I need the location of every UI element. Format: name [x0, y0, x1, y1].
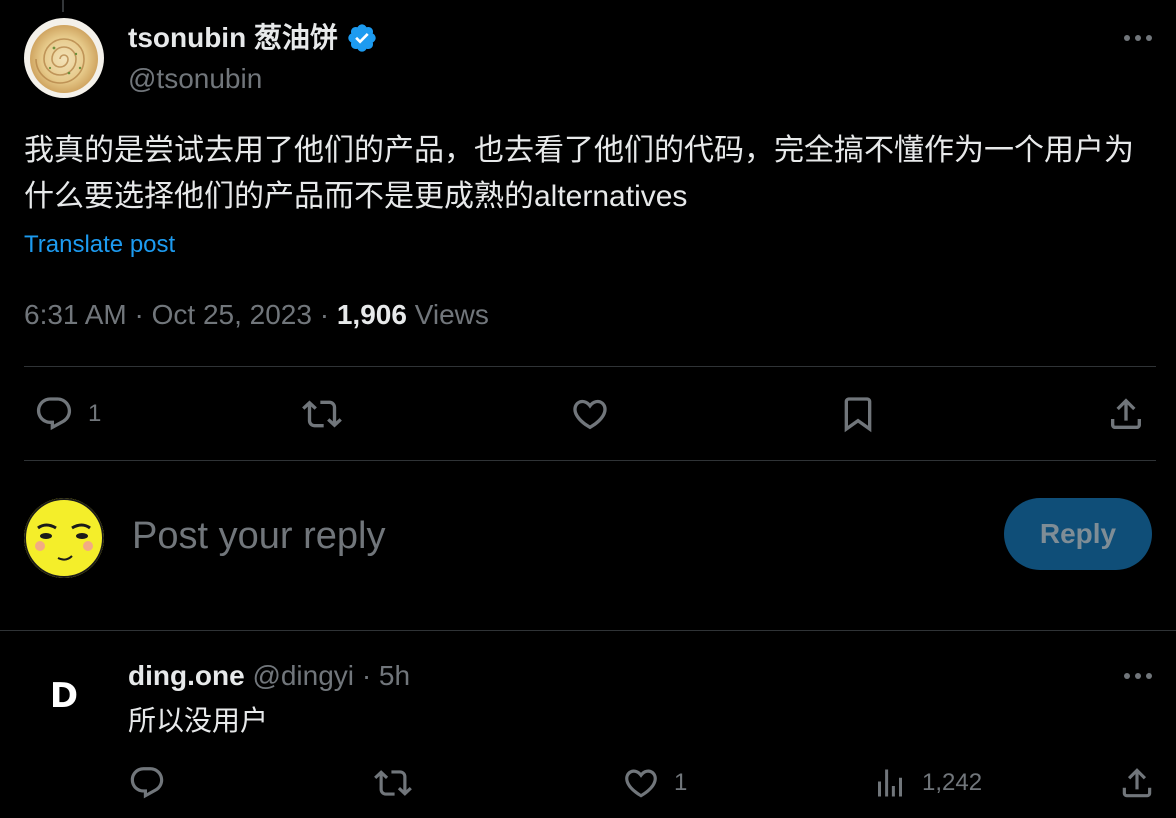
more-options-icon[interactable]	[1122, 22, 1154, 54]
tweet-detail-page: tsonubin 葱油饼 @tsonubin 我真的是尝试去用了他们的产品，也去…	[0, 0, 1176, 818]
views-label: Views	[414, 299, 489, 330]
retweet-action[interactable]	[302, 394, 342, 434]
bookmark-icon[interactable]	[838, 394, 878, 434]
meta-separator: ·	[319, 299, 330, 330]
views-count: 1,906	[336, 299, 407, 330]
reply-time[interactable]: 5h	[379, 660, 410, 691]
retweet-icon[interactable]	[374, 764, 412, 802]
reply-header: ding.one @dingyi · 5h	[128, 658, 410, 694]
tweet-text: 我真的是尝试去用了他们的产品，也去看了他们的代码，完全搞不懂作为一个用户为什么要…	[24, 134, 1134, 213]
divider	[24, 460, 1156, 461]
reply-views-action[interactable]: 1,242	[872, 764, 982, 802]
reply-count: 1	[88, 400, 102, 427]
divider	[24, 366, 1156, 367]
reply-more-options-icon[interactable]	[1122, 660, 1154, 692]
reply-text: 所以没用户	[128, 705, 269, 736]
tweet-date[interactable]: Oct 25, 2023	[152, 299, 312, 330]
heart-icon[interactable]	[570, 394, 610, 434]
reply-retweet-action[interactable]	[374, 764, 412, 802]
reply-like-action[interactable]: 1	[622, 764, 687, 802]
thread-connector-line	[62, 0, 64, 12]
current-user-avatar[interactable]	[24, 498, 104, 578]
reply-compose-input[interactable]	[132, 508, 972, 564]
share-upload-icon[interactable]	[1118, 764, 1156, 802]
tweet-time[interactable]: 6:31 AM	[24, 299, 127, 330]
share-action[interactable]	[1106, 394, 1146, 434]
retweet-icon[interactable]	[302, 394, 342, 434]
meta-separator: ·	[361, 660, 372, 691]
author-name-text[interactable]: tsonubin 葱油饼	[128, 20, 338, 56]
author-handle[interactable]: @tsonubin	[128, 62, 262, 96]
like-action[interactable]	[570, 394, 610, 434]
heart-icon[interactable]	[622, 764, 660, 802]
reply-avatar-letter: D	[49, 676, 79, 716]
bookmark-action[interactable]	[838, 394, 878, 434]
reply-share-action[interactable]	[1118, 764, 1156, 802]
author-name[interactable]: tsonubin 葱油饼	[128, 20, 378, 56]
analytics-bars-icon[interactable]	[872, 764, 908, 802]
reply-author-handle[interactable]: @dingyi	[252, 660, 354, 691]
reply-reply-action[interactable]	[128, 764, 166, 802]
meta-separator: ·	[134, 299, 144, 330]
author-avatar[interactable]	[24, 18, 104, 98]
share-upload-icon[interactable]	[1106, 394, 1146, 434]
divider	[0, 630, 1176, 631]
verified-badge-icon	[346, 22, 378, 54]
translate-post-link[interactable]: Translate post	[24, 228, 175, 262]
reply-bubble-icon[interactable]	[128, 764, 166, 802]
reply-bubble-icon[interactable]	[34, 394, 74, 434]
tweet-meta: 6:31 AM · Oct 25, 2023 · 1,906 Views	[24, 296, 489, 334]
reply-like-count: 1	[674, 769, 688, 796]
reply-author-name[interactable]: ding.one	[128, 660, 245, 691]
reply-author-avatar[interactable]: D	[24, 656, 104, 736]
reply-views-count: 1,242	[922, 769, 983, 796]
reply-submit-button[interactable]: Reply	[1004, 498, 1152, 570]
reply-action[interactable]: 1	[34, 394, 101, 434]
